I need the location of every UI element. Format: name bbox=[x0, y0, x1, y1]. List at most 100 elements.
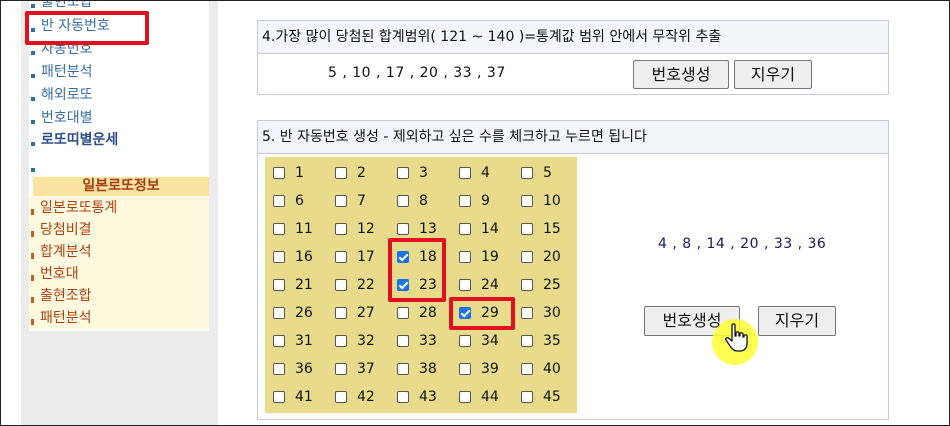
sidebar-item-jp-appearance-combo[interactable]: 출현조합 bbox=[29, 285, 209, 307]
number-option-17[interactable]: 17 bbox=[335, 247, 375, 267]
number-option-1[interactable]: 1 bbox=[273, 163, 304, 183]
number-checkbox-31[interactable] bbox=[273, 335, 285, 347]
number-checkbox-15[interactable] bbox=[521, 223, 533, 235]
sidebar-item-overseas-lotto[interactable]: 해외로또 bbox=[29, 84, 209, 106]
number-checkbox-40[interactable] bbox=[521, 363, 533, 375]
number-option-25[interactable]: 25 bbox=[521, 275, 561, 295]
section-5-clear-button[interactable]: 지우기 bbox=[758, 306, 836, 336]
number-option-4[interactable]: 4 bbox=[459, 163, 490, 183]
number-checkbox-12[interactable] bbox=[335, 223, 347, 235]
number-option-13[interactable]: 13 bbox=[397, 219, 437, 239]
number-checkbox-26[interactable] bbox=[273, 307, 285, 319]
number-option-8[interactable]: 8 bbox=[397, 191, 428, 211]
number-option-6[interactable]: 6 bbox=[273, 191, 304, 211]
number-checkbox-14[interactable] bbox=[459, 223, 471, 235]
number-option-36[interactable]: 36 bbox=[273, 359, 313, 379]
sidebar-item-winning-secret[interactable]: 당첨비결 bbox=[29, 219, 209, 241]
number-option-20[interactable]: 20 bbox=[521, 247, 561, 267]
sidebar-item-zodiac-fortune[interactable]: 로또띠별운세 bbox=[29, 129, 209, 151]
number-checkbox-9[interactable] bbox=[459, 195, 471, 207]
number-checkbox-25[interactable] bbox=[521, 279, 533, 291]
number-option-43[interactable]: 43 bbox=[397, 387, 437, 407]
number-option-41[interactable]: 41 bbox=[273, 387, 313, 407]
number-option-27[interactable]: 27 bbox=[335, 303, 375, 323]
number-checkbox-24[interactable] bbox=[459, 279, 471, 291]
number-checkbox-20[interactable] bbox=[521, 251, 533, 263]
number-option-15[interactable]: 15 bbox=[521, 219, 561, 239]
sidebar-item-jp-pattern-analysis[interactable]: 패턴분석 bbox=[29, 307, 209, 329]
number-checkbox-10[interactable] bbox=[521, 195, 533, 207]
number-option-19[interactable]: 19 bbox=[459, 247, 499, 267]
sidebar-item-japan-stats[interactable]: 일본로또통계 bbox=[29, 197, 209, 219]
number-option-28[interactable]: 28 bbox=[397, 303, 437, 323]
number-checkbox-19[interactable] bbox=[459, 251, 471, 263]
number-option-22[interactable]: 22 bbox=[335, 275, 375, 295]
number-checkbox-38[interactable] bbox=[397, 363, 409, 375]
number-checkbox-2[interactable] bbox=[335, 167, 347, 179]
number-checkbox-3[interactable] bbox=[397, 167, 409, 179]
number-option-11[interactable]: 11 bbox=[273, 219, 313, 239]
number-option-3[interactable]: 3 bbox=[397, 163, 428, 183]
bullet-icon bbox=[31, 209, 34, 215]
sidebar-item-by-number-range[interactable]: 번호대별 bbox=[29, 107, 209, 129]
number-option-38[interactable]: 38 bbox=[397, 359, 437, 379]
number-checkbox-41[interactable] bbox=[273, 391, 285, 403]
number-checkbox-13[interactable] bbox=[397, 223, 409, 235]
number-option-9[interactable]: 9 bbox=[459, 191, 490, 211]
section-4-generate-button[interactable]: 번호생성 bbox=[633, 60, 729, 89]
number-checkbox-44[interactable] bbox=[459, 391, 471, 403]
number-checkbox-39[interactable] bbox=[459, 363, 471, 375]
number-option-35[interactable]: 35 bbox=[521, 331, 561, 351]
number-label: 5 bbox=[543, 165, 552, 181]
number-checkbox-34[interactable] bbox=[459, 335, 471, 347]
number-checkbox-22[interactable] bbox=[335, 279, 347, 291]
number-checkbox-35[interactable] bbox=[521, 335, 533, 347]
number-option-39[interactable]: 39 bbox=[459, 359, 499, 379]
number-checkbox-11[interactable] bbox=[273, 223, 285, 235]
hand-pointer-icon bbox=[725, 323, 748, 352]
number-checkbox-21[interactable] bbox=[273, 279, 285, 291]
number-option-44[interactable]: 44 bbox=[459, 387, 499, 407]
number-option-24[interactable]: 24 bbox=[459, 275, 499, 295]
number-option-2[interactable]: 2 bbox=[335, 163, 366, 183]
number-checkbox-32[interactable] bbox=[335, 335, 347, 347]
number-checkbox-17[interactable] bbox=[335, 251, 347, 263]
number-option-34[interactable]: 34 bbox=[459, 331, 499, 351]
number-option-31[interactable]: 31 bbox=[273, 331, 313, 351]
number-checkbox-6[interactable] bbox=[273, 195, 285, 207]
number-checkbox-43[interactable] bbox=[397, 391, 409, 403]
number-option-30[interactable]: 30 bbox=[521, 303, 561, 323]
number-option-33[interactable]: 33 bbox=[397, 331, 437, 351]
number-option-10[interactable]: 10 bbox=[521, 191, 561, 211]
number-checkbox-28[interactable] bbox=[397, 307, 409, 319]
number-option-42[interactable]: 42 bbox=[335, 387, 375, 407]
number-option-26[interactable]: 26 bbox=[273, 303, 313, 323]
number-checkbox-37[interactable] bbox=[335, 363, 347, 375]
number-option-5[interactable]: 5 bbox=[521, 163, 552, 183]
number-checkbox-16[interactable] bbox=[273, 251, 285, 263]
number-checkbox-27[interactable] bbox=[335, 307, 347, 319]
number-checkbox-30[interactable] bbox=[521, 307, 533, 319]
number-option-40[interactable]: 40 bbox=[521, 359, 561, 379]
number-option-12[interactable]: 12 bbox=[335, 219, 375, 239]
sidebar-item-number-band[interactable]: 번호대 bbox=[29, 263, 209, 285]
number-checkbox-5[interactable] bbox=[521, 167, 533, 179]
number-checkbox-36[interactable] bbox=[273, 363, 285, 375]
number-option-16[interactable]: 16 bbox=[273, 247, 313, 267]
number-checkbox-4[interactable] bbox=[459, 167, 471, 179]
number-checkbox-1[interactable] bbox=[273, 167, 285, 179]
sidebar-item-pattern-analysis[interactable]: 패턴분석 bbox=[29, 61, 209, 83]
number-checkbox-8[interactable] bbox=[397, 195, 409, 207]
number-checkbox-33[interactable] bbox=[397, 335, 409, 347]
number-checkbox-42[interactable] bbox=[335, 391, 347, 403]
number-option-45[interactable]: 45 bbox=[521, 387, 561, 407]
sidebar-item-sum-analysis[interactable]: 합계분석 bbox=[29, 241, 209, 263]
section-4-clear-button[interactable]: 지우기 bbox=[734, 60, 812, 89]
number-option-37[interactable]: 37 bbox=[335, 359, 375, 379]
number-option-21[interactable]: 21 bbox=[273, 275, 313, 295]
number-checkbox-7[interactable] bbox=[335, 195, 347, 207]
number-checkbox-45[interactable] bbox=[521, 391, 533, 403]
number-option-14[interactable]: 14 bbox=[459, 219, 499, 239]
number-option-7[interactable]: 7 bbox=[335, 191, 366, 211]
number-option-32[interactable]: 32 bbox=[335, 331, 375, 351]
